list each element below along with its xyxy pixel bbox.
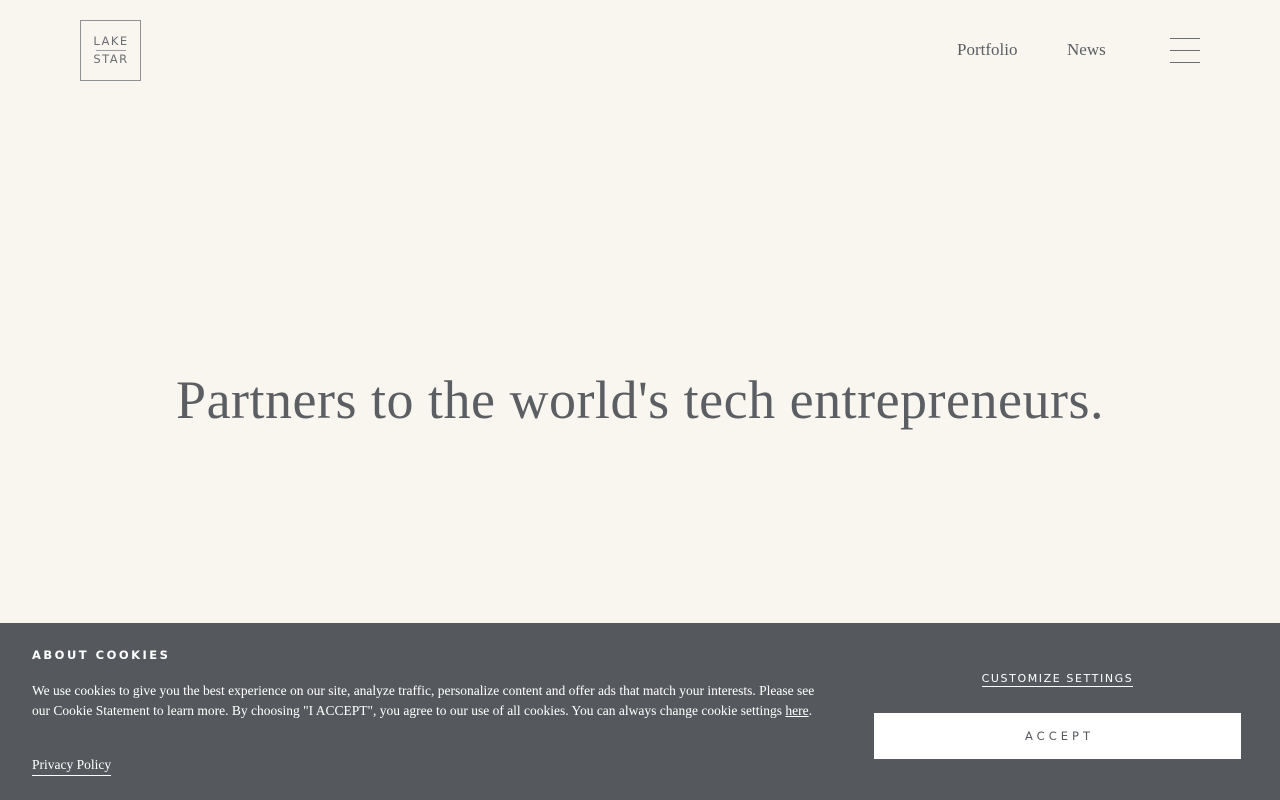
cookie-text-main: We use cookies to give you the best expe… (32, 683, 815, 718)
privacy-policy-link[interactable]: Privacy Policy (32, 756, 112, 776)
accept-button[interactable]: ACCEPT (874, 713, 1241, 759)
cookie-text-end: . (808, 702, 812, 718)
hamburger-bar (1170, 50, 1200, 51)
cookie-description: We use cookies to give you the best expe… (32, 681, 832, 720)
lake-star-logo[interactable]: LAKE STAR (80, 20, 141, 81)
nav-link-portfolio[interactable]: Portfolio (957, 40, 1017, 60)
cookie-heading: ABOUT COOKIES (32, 648, 171, 662)
customize-settings-label: CUSTOMIZE SETTINGS (981, 672, 1134, 687)
cookie-banner: ABOUT COOKIES We use cookies to give you… (0, 623, 1280, 800)
customize-settings-link[interactable]: CUSTOMIZE SETTINGS (874, 671, 1241, 687)
logo-line-1: LAKE (93, 33, 129, 48)
logo-line-2: STAR (93, 52, 129, 66)
hamburger-bar (1170, 62, 1200, 63)
hamburger-icon[interactable] (1170, 38, 1200, 64)
logo-divider (95, 50, 126, 51)
hero-title: Partners to the world's tech entrepreneu… (176, 370, 1104, 430)
nav-link-news[interactable]: News (1067, 40, 1106, 60)
site-header: LAKE STAR Portfolio News (0, 0, 1280, 100)
cookie-settings-here-link[interactable]: here (785, 703, 808, 718)
hamburger-bar (1170, 38, 1200, 39)
